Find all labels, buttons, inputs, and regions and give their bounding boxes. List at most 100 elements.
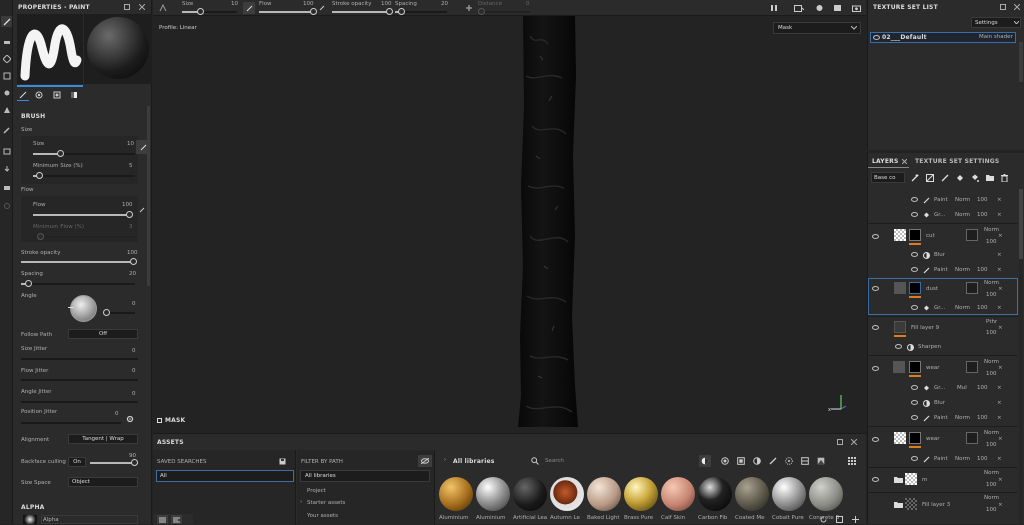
symmetry-icon[interactable] [158,3,168,13]
assets-float-icon[interactable] [836,438,844,446]
layer-opacity[interactable]: 100 [986,292,997,298]
toolbar-size-knob[interactable] [197,8,204,15]
tab-layers[interactable]: LAYERS [872,158,898,165]
material-thumb[interactable]: Baked Light [587,477,623,521]
min-size-value[interactable]: 5 [129,163,133,169]
layer-opacity[interactable]: 100 [986,482,997,488]
eye-icon[interactable] [911,305,918,310]
layer-blend[interactable]: Norm [984,227,999,233]
add-fill-layer-icon[interactable] [954,172,965,183]
bake-icon[interactable] [1,145,12,156]
filter-particles-icon[interactable] [783,455,795,467]
spacing-knob[interactable] [25,280,32,287]
layer-row-wear[interactable]: wear Norm 100 × [868,426,1018,451]
remove-effect-icon[interactable]: × [997,385,1002,391]
remove-layer-icon[interactable]: × [998,325,1003,331]
material-thumb[interactable]: Aluminium [439,477,475,521]
layer-row-cut[interactable]: cut Norm 100 × [868,223,1018,248]
add-mask-icon[interactable] [924,172,935,183]
size-slider-knob[interactable] [57,150,64,157]
follow-path-toggle[interactable]: Off [68,329,138,339]
layer-blend[interactable]: Norm [955,197,970,203]
material-thumb[interactable]: Coated Me [735,477,771,521]
remove-effect-icon[interactable]: × [997,267,1002,273]
stroke-opacity-value[interactable]: 100 [127,250,138,256]
log-icon[interactable] [171,515,182,524]
eye-icon[interactable] [911,267,918,272]
alpha-thumb[interactable] [23,515,37,524]
layer-row-wear[interactable]: wear Norm 100 × [868,355,1018,380]
save-search-icon[interactable] [278,457,287,466]
eye-icon[interactable] [872,366,879,371]
layer-color-swatch[interactable] [966,432,978,444]
display-icon[interactable] [1,182,12,193]
layers-tab-close-icon[interactable] [901,158,907,164]
add-fill-layer-bucket-icon[interactable] [969,172,980,183]
toolbar-pressure-icon[interactable] [243,2,255,14]
screenshot-icon[interactable] [850,3,862,13]
position-jitter-slider[interactable] [21,422,121,424]
material-thumb[interactable]: Calf Skin [661,477,697,521]
iray-icon[interactable] [831,3,843,13]
eye-icon[interactable] [872,286,879,291]
toolbar-flow-slider[interactable] [259,11,314,13]
filter-textures-icon[interactable] [815,455,827,467]
stroke-opacity-knob[interactable] [130,258,137,265]
toolbar-stroke-knob[interactable] [386,8,393,15]
remove-effect-icon[interactable]: × [997,305,1002,311]
material-preview[interactable] [84,14,152,84]
toolbar-size-value[interactable]: 10 [231,1,238,7]
add-effect-icon[interactable] [909,172,920,183]
min-size-slider-knob[interactable] [36,172,43,179]
layer-blend[interactable]: Norm [984,280,999,286]
angle-jitter-slider[interactable] [21,401,138,403]
clone-tool-icon[interactable] [1,104,12,115]
asset-view-icon[interactable] [834,515,844,524]
viewport-channel-select[interactable]: Mask [773,22,861,34]
spacing-value[interactable]: 20 [129,271,136,277]
channel-select[interactable]: Base co [871,172,905,183]
pause-icon[interactable] [769,3,779,13]
layer-opacity[interactable]: 100 [977,212,988,218]
eye-icon[interactable] [911,456,918,461]
layer-opacity[interactable]: 100 [986,330,997,336]
texture-set-float-icon[interactable] [999,3,1007,11]
add-folder-icon[interactable] [984,172,995,183]
layer-color-swatch[interactable] [966,229,978,241]
layer-blend[interactable]: Norm [955,305,970,311]
layer-blend[interactable]: Norm [984,430,999,436]
layer-mask-thumb[interactable] [909,229,921,241]
layer-row-dust[interactable]: dust Norm 100 × Gr... Norm 100 × [868,278,1018,315]
layer-blend[interactable]: Norm [955,415,970,421]
layer-mask-thumb[interactable] [909,282,921,294]
layer-row-folder-m[interactable]: m Norm 100 × [868,467,1018,491]
texture-set-scrollbar[interactable] [1019,42,1023,82]
remove-layer-icon[interactable]: × [998,436,1003,442]
size-slider[interactable] [33,153,135,155]
render-mode-icon[interactable] [813,3,825,13]
mesh-object[interactable] [518,16,580,427]
layer-row-blur[interactable]: Blur × [868,396,1018,410]
layer-mask-thumb[interactable] [909,432,921,444]
toolbar-stroke-slider[interactable] [332,11,391,13]
material-tab-icon[interactable] [68,89,80,101]
delete-layer-icon[interactable] [999,172,1010,183]
size-value[interactable]: 10 [127,141,134,147]
eye-icon[interactable] [895,344,902,349]
texture-set-eye-icon[interactable] [873,35,880,40]
grid-view-icon[interactable] [846,455,858,467]
layer-row-generator[interactable]: Gr... Mul 100 × [868,381,1018,395]
material-thumb[interactable]: Autumn Le [550,477,586,521]
close-icon[interactable] [138,3,146,11]
layer-blend[interactable]: Norm [955,267,970,273]
library-back-icon[interactable]: › [444,457,446,463]
layer-opacity[interactable]: 100 [977,305,988,311]
eye-icon[interactable] [911,252,918,257]
layer-opacity[interactable]: 100 [986,371,997,377]
layer-opacity[interactable]: 100 [977,415,988,421]
layer-opacity[interactable]: 100 [977,385,988,391]
min-size-slider[interactable] [33,175,135,177]
flow-slider-knob[interactable] [126,211,133,218]
history-icon[interactable] [157,515,168,524]
angle-jitter-value[interactable]: 0 [132,391,136,397]
